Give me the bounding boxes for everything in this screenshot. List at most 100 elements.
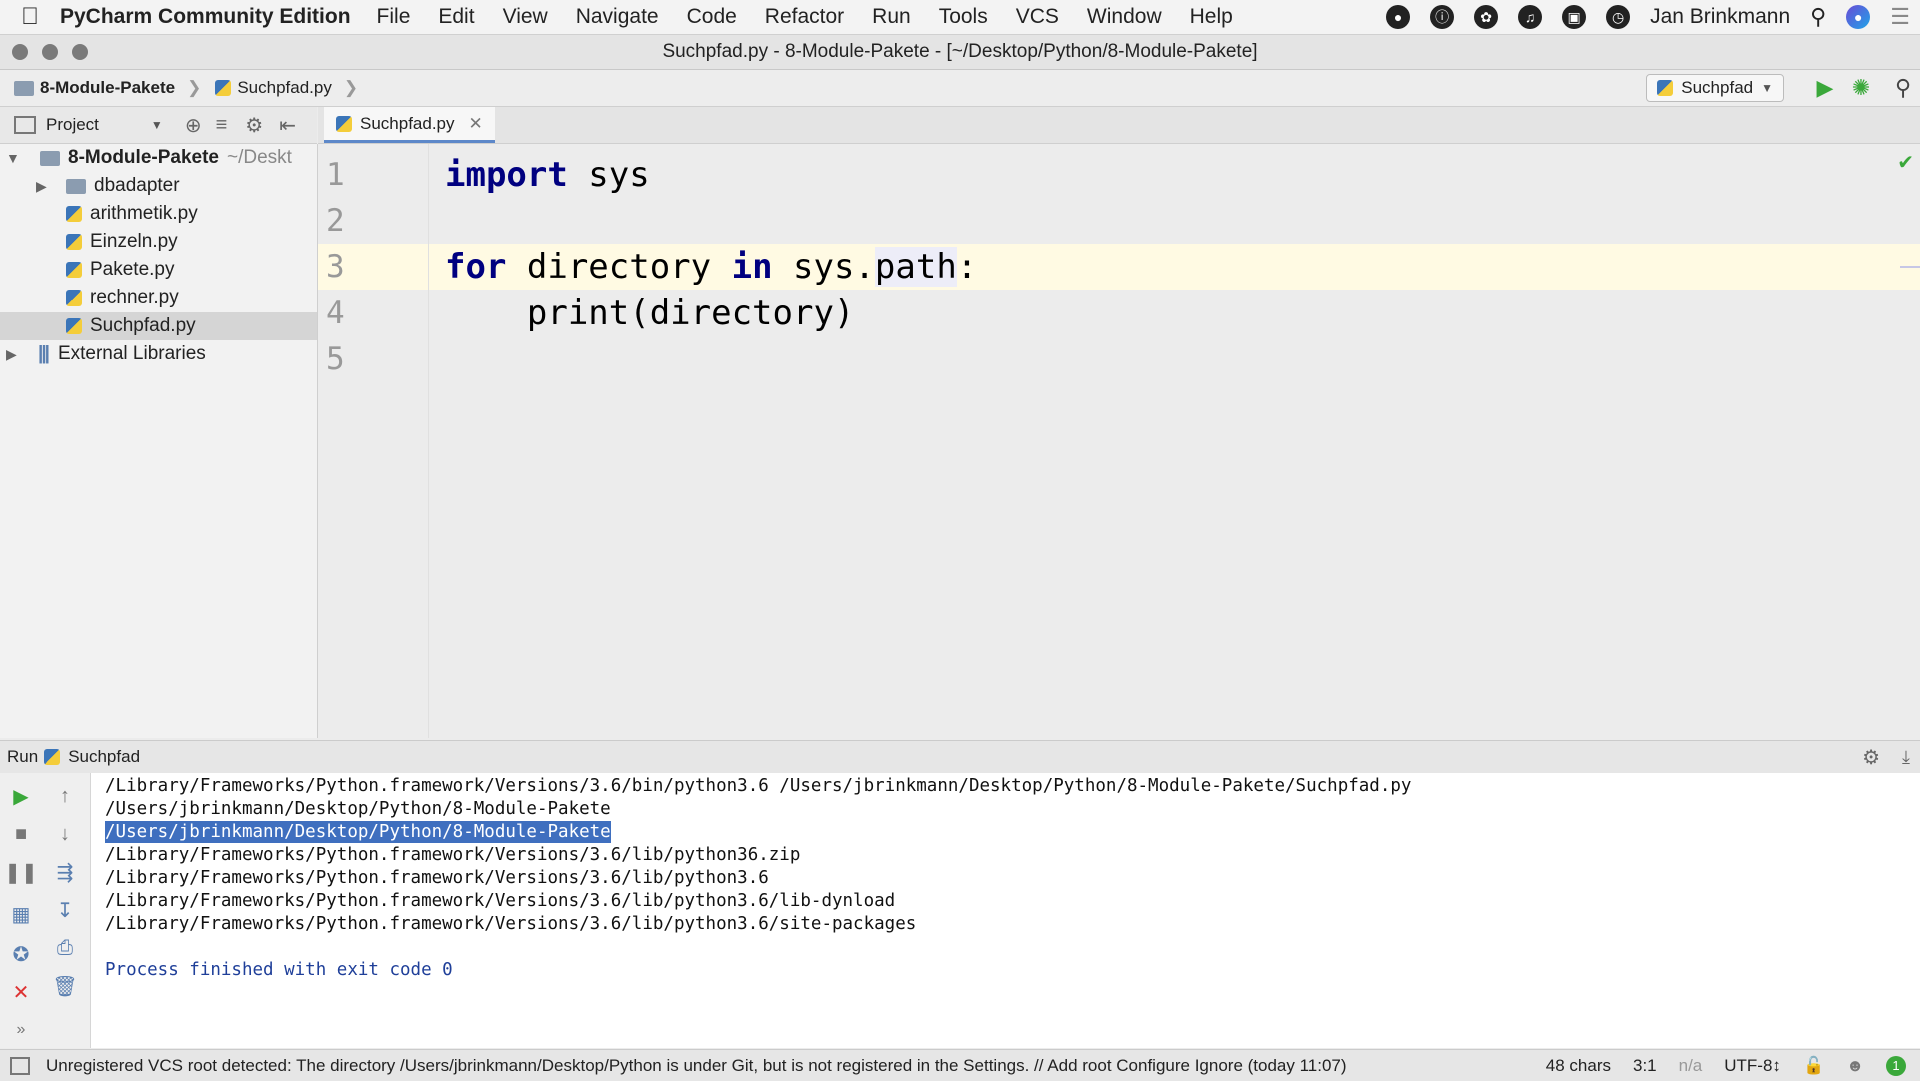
line-separator-indicator[interactable]: n/a [1679, 1056, 1703, 1076]
app-menu[interactable]: PyCharm Community Edition [60, 5, 351, 29]
notification-center-icon[interactable]: ☰ [1890, 4, 1910, 30]
apple-icon[interactable]:  [0, 3, 60, 31]
code-editor[interactable]: import sys for directory in sys.path: pr… [429, 144, 1920, 738]
project-panel-header: Project ▼ ⊕ ≡ ⚙ ⇤ [0, 107, 317, 144]
zoom-window-button[interactable] [72, 44, 88, 60]
menubar-username[interactable]: Jan Brinkmann [1650, 5, 1790, 29]
menu-help[interactable]: Help [1190, 5, 1233, 29]
search-everywhere-icon[interactable]: ⚲ [1890, 75, 1916, 101]
run-configuration-dropdown[interactable]: Suchpfad ▼ [1646, 74, 1784, 102]
run-panel-label: Run [7, 747, 39, 766]
inspector-icon[interactable]: ☻ [1846, 1056, 1864, 1076]
camera-icon[interactable]: ▣ [1562, 5, 1587, 29]
menu-refactor[interactable]: Refactor [765, 5, 844, 29]
chevron-down-icon[interactable]: ▼ [151, 118, 163, 132]
spotlight-search-icon[interactable]: ⚲ [1810, 4, 1826, 30]
headphones-icon[interactable]: ♫ [1518, 5, 1543, 29]
caret-position[interactable]: 3:1 [1633, 1056, 1657, 1076]
breadcrumb-separator-icon: ❯ [187, 78, 202, 97]
menu-run[interactable]: Run [872, 5, 911, 29]
rerun-icon[interactable]: ▶ [8, 783, 34, 809]
breadcrumb-file[interactable]: Suchpfad.py ❯ [215, 78, 358, 98]
error-stripe-mark[interactable] [1900, 266, 1920, 268]
siri-icon[interactable]: ● [1846, 5, 1871, 29]
hide-panel-icon[interactable]: ⤓ [1902, 747, 1910, 768]
gear-icon[interactable]: ⚙ [245, 113, 263, 138]
menu-file[interactable]: File [377, 5, 411, 29]
tree-item-file[interactable]: rechner.py [0, 284, 317, 312]
tree-external-libraries[interactable]: ▶ ||| External Libraries [0, 340, 317, 368]
console-exit-message: Process finished with exit code 0 [105, 960, 453, 980]
close-window-button[interactable] [12, 44, 28, 60]
leaf-icon[interactable]: ✿ [1474, 5, 1499, 29]
folder-icon [40, 150, 60, 166]
file-encoding[interactable]: UTF-8↕ [1724, 1056, 1781, 1076]
pin-icon[interactable]: ✪ [8, 941, 34, 967]
editor-tab-suchpfad[interactable]: Suchpfad.py ✕ [324, 107, 495, 143]
status-bar: Unregistered VCS root detected: The dire… [0, 1049, 1920, 1081]
python-file-icon [215, 80, 232, 96]
menu-code[interactable]: Code [687, 5, 737, 29]
debug-icon[interactable]: ✺ [1848, 75, 1874, 101]
tree-item-file[interactable]: arithmetik.py [0, 200, 317, 228]
code-line-3: for directory in sys.path: [445, 247, 978, 287]
tree-item-file[interactable]: Pakete.py [0, 256, 317, 284]
scroll-to-end-icon[interactable]: ↧ [52, 897, 78, 923]
python-file-icon [66, 206, 82, 222]
toggle-tool-windows-icon[interactable] [10, 1057, 30, 1075]
menubar-tray: ● ⓘ ✿ ♫ ▣ ◷ Jan Brinkmann ⚲ ● ☰ [1386, 0, 1910, 34]
collapse-all-icon[interactable]: ≡ [216, 114, 228, 137]
status-widgets: 48 chars 3:1 n/a UTF-8↕ 🔓 ☻ 1 [1546, 1050, 1906, 1081]
selection-char-count: 48 chars [1545, 1055, 1611, 1075]
menu-vcs[interactable]: VCS [1016, 5, 1059, 29]
locate-file-icon[interactable]: ⊕ [185, 113, 202, 138]
vcs-notification-message[interactable]: Unregistered VCS root detected: The dire… [46, 1056, 1347, 1076]
menu-view[interactable]: View [503, 5, 548, 29]
password-manager-icon[interactable]: ⓘ [1430, 5, 1455, 29]
collapsed-arrow-icon[interactable]: ▶ [36, 178, 50, 195]
inspection-ok-icon[interactable]: ✔ [1897, 150, 1914, 175]
run-console[interactable]: /Library/Frameworks/Python.framework/Ver… [91, 773, 1920, 1048]
collapsed-arrow-icon[interactable]: ▶ [6, 346, 20, 363]
expanded-arrow-icon[interactable]: ▼ [6, 150, 20, 166]
run-config-tab[interactable]: Suchpfad [68, 747, 140, 767]
pause-icon[interactable]: ❚❚ [4, 859, 38, 885]
close-tab-icon[interactable]: ✕ [469, 114, 483, 134]
console-line: /Library/Frameworks/Python.framework/Ver… [105, 776, 1412, 796]
scroll-up-icon[interactable]: ↑ [52, 783, 78, 809]
hide-panel-icon[interactable]: ⇤ [279, 113, 296, 138]
menu-navigate[interactable]: Navigate [576, 5, 659, 29]
creative-cloud-icon[interactable]: ● [1386, 5, 1411, 29]
menu-tools[interactable]: Tools [939, 5, 988, 29]
close-run-icon[interactable]: ✕ [8, 979, 34, 1005]
clear-all-icon[interactable]: 🗑 [52, 973, 78, 999]
code-line-4: print(directory) [445, 293, 855, 333]
breadcrumb-project[interactable]: 8-Module-Pakete ❯ [14, 78, 201, 98]
lock-icon[interactable]: 🔓 [1803, 1056, 1824, 1076]
tree-item-folder[interactable]: ▶ dbadapter [0, 172, 317, 200]
gear-icon[interactable]: ⚙ [1862, 745, 1880, 770]
console-line: /Library/Frameworks/Python.framework/Ver… [105, 845, 801, 865]
stop-icon[interactable]: ■ [8, 821, 34, 847]
tree-root-folder[interactable]: ▼ 8-Module-Pakete ~/Deskt [0, 144, 317, 172]
menu-edit[interactable]: Edit [438, 5, 474, 29]
minimize-window-button[interactable] [42, 44, 58, 60]
event-log-badge[interactable]: 1 [1886, 1055, 1906, 1076]
tree-item-file-selected[interactable]: Suchpfad.py [0, 312, 317, 340]
python-file-icon [66, 262, 82, 278]
editor-gutter: 1 2 3 4 5 [318, 144, 429, 738]
menu-window[interactable]: Window [1087, 5, 1162, 29]
print-icon[interactable]: ⎙ [52, 935, 78, 961]
project-view-selector[interactable]: Project [46, 115, 99, 135]
run-icon[interactable]: ▶ [1812, 75, 1838, 101]
layout-icon[interactable]: ▦ [8, 901, 34, 927]
console-line-selected: /Users/jbrinkmann/Desktop/Python/8-Modul… [105, 821, 611, 843]
console-line: /Library/Frameworks/Python.framework/Ver… [105, 914, 917, 934]
tree-item-file[interactable]: Einzeln.py [0, 228, 317, 256]
console-line: /Library/Frameworks/Python.framework/Ver… [105, 891, 896, 911]
project-tree: ▼ 8-Module-Pakete ~/Deskt ▶ dbadapter ar… [0, 144, 318, 738]
scroll-down-icon[interactable]: ↓ [52, 821, 78, 847]
soft-wrap-icon[interactable]: ⇶ [52, 859, 78, 885]
more-icon[interactable]: » [8, 1017, 34, 1043]
time-machine-icon[interactable]: ◷ [1606, 5, 1631, 29]
